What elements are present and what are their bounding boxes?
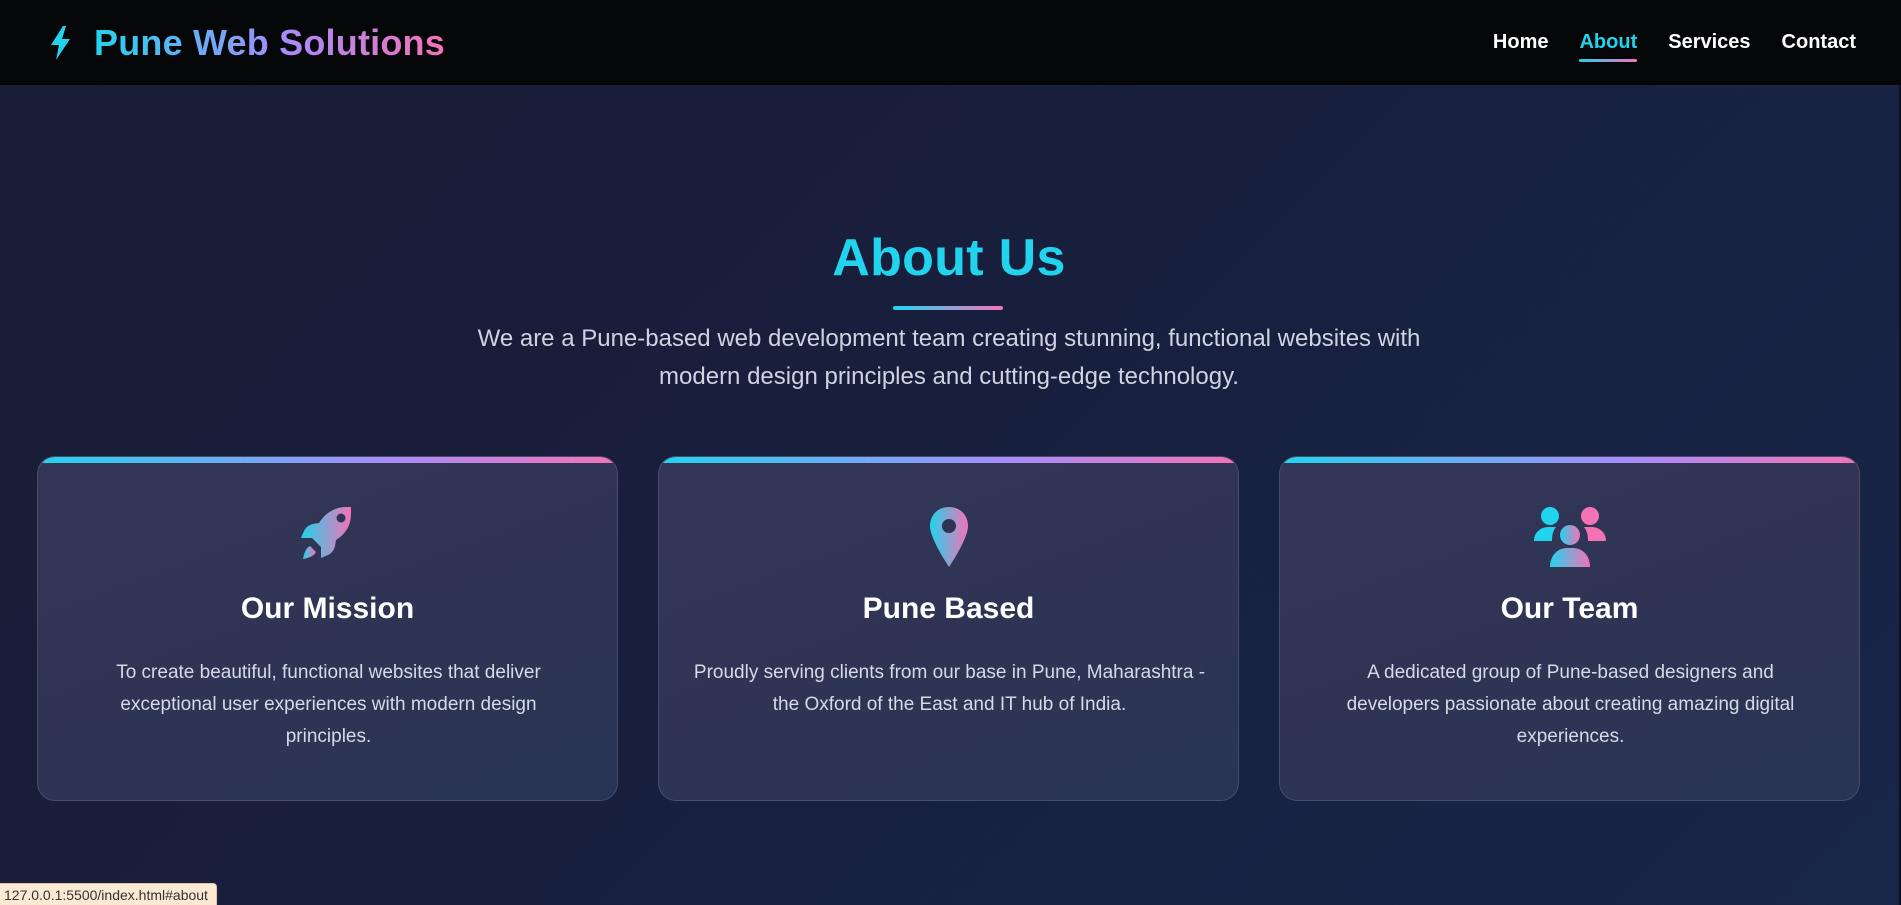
nav-links: Home About Services Contact xyxy=(1493,28,1856,62)
card-text: Proudly serving clients from our base in… xyxy=(693,662,1206,715)
brand[interactable]: Pune Web Solutions xyxy=(48,22,445,64)
about-cards: Our Mission To create beautiful, functio… xyxy=(37,456,1860,801)
rocket-icon xyxy=(288,505,368,569)
nav-about-link[interactable]: About xyxy=(1579,31,1637,62)
team-icon xyxy=(1530,505,1610,569)
lightning-bolt-icon xyxy=(51,25,70,60)
team-card: Our Team A dedicated group of Pune-based… xyxy=(1279,456,1860,801)
location-card: Pune Based Proudly serving clients from … xyxy=(658,456,1239,801)
nav-services-link[interactable]: Services xyxy=(1668,31,1750,60)
card-text: To create beautiful, functional websites… xyxy=(116,662,541,747)
mission-card: Our Mission To create beautiful, functio… xyxy=(37,456,618,801)
title-underline xyxy=(893,306,1003,310)
card-title: Our Team xyxy=(1500,592,1639,625)
status-bar-url: 127.0.0.1:5500/index.html#about xyxy=(0,883,217,905)
section-subtitle: We are a Pune-based web development team… xyxy=(477,325,1421,390)
card-text: A dedicated group of Pune-based designer… xyxy=(1346,662,1795,747)
brand-name: Pune Web Solutions xyxy=(94,21,445,63)
card-title: Our Mission xyxy=(240,592,415,625)
nav-home-link[interactable]: Home xyxy=(1493,31,1549,60)
map-pin-icon xyxy=(909,505,989,569)
section-title: About Us xyxy=(832,229,1066,287)
nav-contact-link[interactable]: Contact xyxy=(1782,31,1856,60)
top-navbar: Pune Web Solutions Home About Services C… xyxy=(0,0,1901,85)
card-title: Pune Based xyxy=(862,592,1035,625)
